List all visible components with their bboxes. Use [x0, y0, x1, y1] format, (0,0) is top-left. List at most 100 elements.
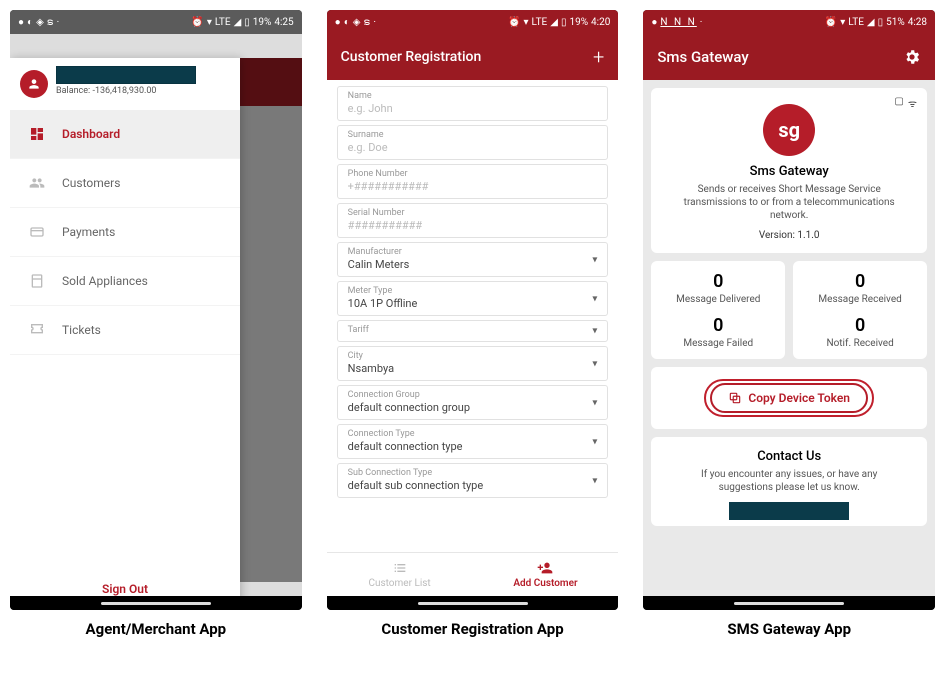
s-icon: ຣ	[363, 17, 370, 28]
statusbar: ● N N N · ⏰ ▾ LTE ◢ ▯ 51% 4:28	[643, 10, 935, 34]
signal-icon: ◢	[234, 17, 242, 28]
sidebar-item-label: Dashboard	[62, 127, 120, 141]
add-person-icon	[537, 560, 553, 576]
chevron-down-icon: ▾	[592, 436, 597, 447]
sidebar-item-label: Payments	[62, 225, 115, 239]
stat-value: 0	[803, 271, 917, 292]
wifi-icon: ▾	[207, 17, 212, 28]
chevron-down-icon: ▾	[592, 358, 597, 369]
android-nav-bar[interactable]	[327, 596, 619, 610]
copy-device-token-button[interactable]: Copy Device Token	[710, 383, 868, 413]
field-label: Phone Number	[348, 169, 598, 179]
sidebar-item-label: Sold Appliances	[62, 274, 148, 288]
stat-label: Message Received	[803, 294, 917, 305]
sidebar-item-tickets[interactable]: Tickets	[10, 306, 240, 355]
field-value: 10A 1P Offline	[348, 297, 598, 310]
stat-delivered: 0 Message Delivered	[661, 271, 775, 305]
wifi-icon: ▾	[524, 17, 529, 28]
stat-received: 0 Message Received	[803, 271, 917, 305]
field-placeholder: ###########	[348, 219, 598, 232]
chevron-down-icon: ▾	[592, 397, 597, 408]
registration-form: Name e.g. John Surname e.g. Doe Phone Nu…	[327, 80, 619, 552]
signal-icon: ◢	[867, 17, 875, 28]
caption-agent: Agent/Merchant App	[10, 620, 302, 638]
android-nav-bar[interactable]	[10, 596, 302, 610]
user-name-redacted	[56, 66, 196, 84]
agent-merchant-phone: ● ◐ ◈ ຣ · ⏰ ▾ LTE ◢ ▯ 19% 4:25	[10, 10, 302, 610]
stat-label: Message Failed	[661, 338, 775, 349]
sidebar-item-label: Tickets	[62, 323, 101, 337]
copy-token-card: Copy Device Token	[651, 367, 927, 429]
stat-label: Message Delivered	[661, 294, 775, 305]
appliances-icon	[28, 273, 46, 289]
tariff-select[interactable]: Tariff ▾	[337, 320, 609, 342]
tab-label: Customer List	[368, 578, 430, 589]
field-value: default connection group	[348, 401, 598, 414]
connection-type-select[interactable]: Connection Type default connection type …	[337, 424, 609, 459]
field-value: Calin Meters	[348, 258, 598, 271]
stats-grid: 0 Message Delivered 0 Message Failed 0 M…	[651, 261, 927, 359]
alarm-icon: ⏰	[508, 17, 520, 28]
surname-field[interactable]: Surname e.g. Doe	[337, 125, 609, 160]
cloud-icon: ◐	[27, 17, 33, 28]
field-label: City	[348, 351, 598, 361]
field-value: default sub connection type	[348, 479, 598, 492]
stat-failed: 0 Message Failed	[661, 315, 775, 349]
field-value: default connection type	[348, 440, 598, 453]
field-label: Name	[348, 91, 598, 101]
signal-icon: ◢	[550, 17, 558, 28]
field-placeholder: e.g. John	[348, 102, 598, 115]
name-field[interactable]: Name e.g. John	[337, 86, 609, 121]
stat-value: 0	[803, 315, 917, 336]
tickets-icon	[28, 322, 46, 338]
tab-customer-list[interactable]: Customer List	[327, 553, 473, 596]
list-icon	[392, 560, 408, 576]
lte-label: LTE	[532, 17, 548, 28]
tab-add-customer[interactable]: Add Customer	[473, 553, 619, 596]
city-select[interactable]: City Nsambya ▾	[337, 346, 609, 381]
sidebar-item-sold-appliances[interactable]: Sold Appliances	[10, 257, 240, 306]
stat-value: 0	[661, 315, 775, 336]
copy-button-label: Copy Device Token	[748, 391, 850, 405]
balance-label: Balance: -136,418,930.00	[56, 86, 230, 96]
field-label: Tariff	[348, 325, 598, 335]
field-value: Nsambya	[348, 362, 598, 375]
field-label: Connection Type	[348, 429, 598, 439]
sub-connection-type-select[interactable]: Sub Connection Type default sub connecti…	[337, 463, 609, 498]
chevron-down-icon: ▾	[592, 326, 597, 337]
connection-group-select[interactable]: Connection Group default connection grou…	[337, 385, 609, 420]
chat-icon: ●	[335, 17, 341, 28]
avatar	[20, 70, 48, 98]
customer-registration-phone: ● ◐ ◈ ຣ · ⏰ ▾ LTE ◢ ▯ 19% 4:20 Customer …	[327, 10, 619, 610]
battery-icon: ▯	[244, 17, 250, 28]
app-header: Customer Registration +	[327, 34, 619, 80]
meter-type-select[interactable]: Meter Type 10A 1P Offline ▾	[337, 281, 609, 316]
battery-icon: ▯	[561, 17, 567, 28]
sms-gateway-body: ▢ ᯤ sg Sms Gateway Sends or receives Sho…	[643, 80, 935, 596]
chevron-down-icon: ▾	[592, 475, 597, 486]
header-title: Customer Registration	[341, 49, 482, 65]
serial-field[interactable]: Serial Number ###########	[337, 203, 609, 238]
battery-pct: 19%	[253, 17, 272, 28]
add-icon[interactable]: +	[593, 45, 604, 69]
clock: 4:20	[591, 17, 610, 28]
dashboard-icon	[28, 126, 46, 142]
signout-button[interactable]: Sign Out	[10, 568, 240, 596]
sidebar-item-payments[interactable]: Payments	[10, 208, 240, 257]
caption-registration: Customer Registration App	[327, 620, 619, 638]
lte-label: LTE	[848, 17, 864, 28]
sync-icon: ◈	[36, 17, 44, 28]
statusbar: ● ◐ ◈ ຣ · ⏰ ▾ LTE ◢ ▯ 19% 4:20	[327, 10, 619, 34]
battery-pct: 19%	[569, 17, 588, 28]
sidebar-item-dashboard[interactable]: Dashboard	[10, 110, 240, 159]
field-label: Serial Number	[348, 208, 598, 218]
manufacturer-select[interactable]: Manufacturer Calin Meters ▾	[337, 242, 609, 277]
phone-field[interactable]: Phone Number +###########	[337, 164, 609, 199]
android-nav-bar[interactable]	[643, 596, 935, 610]
s-icon: ຣ	[47, 17, 54, 28]
chat-icon: ●	[651, 17, 657, 28]
sidebar-item-customers[interactable]: Customers	[10, 159, 240, 208]
gear-icon[interactable]	[903, 48, 921, 66]
nav-drawer: Balance: -136,418,930.00 Dashboard	[10, 58, 240, 596]
contact-redacted	[729, 502, 849, 520]
